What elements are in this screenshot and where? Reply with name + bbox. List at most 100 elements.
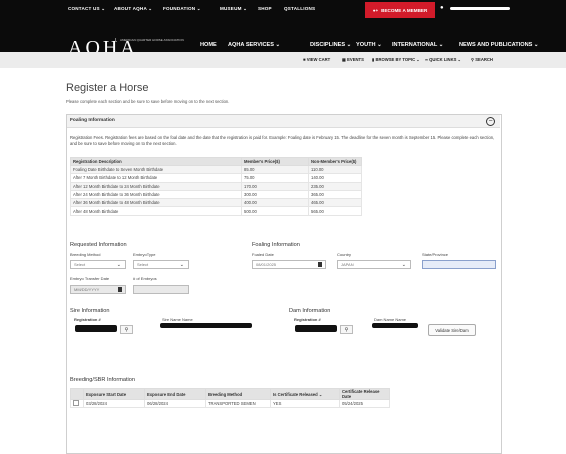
topnav-museum[interactable]: MUSEUM ⌄	[220, 6, 247, 12]
mainnav-youth[interactable]: YOUTH ⌄	[356, 42, 382, 48]
fee-cell: 140.00	[308, 173, 362, 183]
fee-table-header-row: Registration Description Member's Price(…	[70, 157, 362, 166]
bssr-col-method: Breeding Method	[205, 388, 271, 400]
quick-links-link[interactable]: ∞ QUICK LINKS ⌄	[425, 57, 461, 62]
state-province-label: State/Province	[422, 252, 449, 257]
row-checkbox[interactable]	[73, 400, 79, 406]
mainnav-home[interactable]: HOME	[200, 42, 217, 48]
fee-description: Registration Fees. Registration fees are…	[70, 135, 495, 146]
bssr-cell: 03/28/2024	[83, 399, 145, 408]
country-label: Country	[337, 252, 352, 257]
fee-cell: Foaling Date Birthdate to Seven Month Bi…	[70, 164, 242, 175]
search-icon: ⚲	[124, 326, 129, 333]
row-select-cell[interactable]	[70, 399, 84, 408]
country-value: JAPAN	[341, 262, 354, 267]
foaled-date-input[interactable]: 08/01/2025	[252, 260, 326, 269]
search-link[interactable]: ⚲ SEARCH	[471, 57, 493, 62]
fee-col-description: Registration Description	[70, 157, 242, 166]
events-link[interactable]: ▦ EVENTS	[342, 57, 364, 62]
collapse-icon[interactable]: −	[486, 117, 495, 126]
country-select[interactable]: JAPAN ⌄	[337, 260, 411, 269]
foaled-date-value: 08/01/2025	[256, 262, 277, 267]
fee-cell: 75.00	[241, 173, 309, 183]
state-province-input[interactable]	[422, 260, 496, 269]
fee-cell: 500.00	[241, 206, 309, 216]
mainnav-news-publications[interactable]: NEWS AND PUBLICATIONS ⌄	[459, 42, 539, 48]
fee-cell: 110.00	[308, 164, 362, 175]
bssr-cell: TRANSPORTED SEMEN	[205, 399, 271, 408]
panel-title: Foaling Information	[70, 118, 115, 123]
mainnav-international[interactable]: INTERNATIONAL ⌄	[392, 42, 443, 48]
dam-registration-label: Registration #	[294, 317, 321, 322]
bssr-select-col	[70, 388, 84, 400]
table-row: Foaling Date Birthdate to Seven Month Bi…	[70, 164, 362, 175]
redacted-sire-registration	[75, 325, 117, 332]
bssr-header-row: Exposure Start Date Exposure End Date Br…	[70, 388, 390, 400]
bssr-cell: YES	[270, 399, 340, 408]
breeding-method-value: Select	[74, 262, 86, 267]
mainnav-disciplines[interactable]: DISCIPLINES ⌄	[310, 42, 351, 48]
view-cart-link[interactable]: ■ VIEW CART	[303, 57, 330, 62]
fee-cell: After 36 Month Birthdate to 48 Month Bir…	[70, 198, 242, 208]
topnav-contact[interactable]: CONTACT US ⌄	[68, 6, 105, 12]
fee-cell: 300.00	[241, 189, 309, 200]
fee-cell: 565.00	[308, 206, 362, 216]
sire-search-button[interactable]: ⚲	[120, 325, 133, 334]
fee-cell: 400.00	[241, 198, 309, 208]
sire-registration-label: Registration #	[74, 317, 101, 322]
fee-cell: 170.00	[241, 181, 309, 191]
sire-info-title: Sire Information	[70, 308, 110, 314]
embryo-type-select[interactable]: Select ⌄	[133, 260, 189, 269]
bssr-col-end: Exposure End Date	[144, 388, 206, 400]
bssr-cell: 05/24/2025	[339, 399, 390, 408]
topnav-qstallions[interactable]: QSTALLIONS	[284, 6, 315, 11]
fee-cell: 235.00	[308, 181, 362, 191]
user-account-menu[interactable]: ●	[440, 5, 520, 14]
validate-sire-dam-button[interactable]: Validate Sire/Dam	[428, 324, 476, 336]
cart-icon: ■	[303, 57, 306, 62]
mainnav-aqha-services[interactable]: AQHA SERVICES ⌄	[228, 42, 280, 48]
redacted-sire-name	[160, 323, 252, 328]
browse-by-topic-link[interactable]: ▮ BROWSE BY TOPIC ⌄	[372, 57, 420, 62]
num-embryos-input[interactable]	[133, 285, 189, 294]
calendar-icon	[118, 287, 122, 292]
fee-cell: 465.00	[308, 198, 362, 208]
table-row[interactable]: 03/28/2024 06/28/2024 TRANSPORTED SEMEN …	[70, 399, 390, 408]
become-member-label: BECOME A MEMBER	[381, 7, 428, 13]
embryo-type-label: EmbryoType	[133, 252, 156, 257]
link-icon: ∞	[425, 57, 428, 62]
fee-table: Registration Description Member's Price(…	[70, 157, 362, 216]
search-icon: ⚲	[471, 57, 475, 62]
table-row: After 48 Month Birthdate 500.00 565.00	[70, 206, 362, 216]
bssr-table: Exposure Start Date Exposure End Date Br…	[70, 388, 390, 408]
table-row: After 24 Month Birthdate to 36 Month Bir…	[70, 189, 362, 200]
fee-cell: After 7 Month Birthdate to 12 Month Birt…	[70, 173, 242, 183]
view-cart-label: VIEW CART	[306, 57, 331, 62]
embryo-transfer-date-label: Embryo Transfer Date	[70, 276, 110, 281]
fee-col-nonmember: Non-Member's Price($)	[308, 157, 362, 166]
calendar-icon	[318, 262, 322, 267]
requested-info-title: Requested Information	[70, 242, 127, 248]
user-icon: ●	[440, 5, 444, 11]
embryo-transfer-date-placeholder: MM/DD/YYYY	[74, 287, 100, 292]
breeding-method-select[interactable]: Select ⌄	[70, 260, 126, 269]
become-member-button[interactable]: ●+ BECOME A MEMBER	[365, 2, 435, 18]
topnav-shop[interactable]: SHOP	[258, 6, 272, 11]
breeding-method-label: Breeding Method	[70, 252, 101, 257]
search-label: SEARCH	[475, 57, 493, 62]
table-row: After 36 Month Birthdate to 48 Month Bir…	[70, 198, 362, 208]
embryo-transfer-date-input[interactable]: MM/DD/YYYY	[70, 285, 126, 294]
topnav-foundation[interactable]: FOUNDATION ⌄	[163, 6, 201, 12]
fee-col-member: Member's Price($)	[241, 157, 309, 166]
bssr-col-released[interactable]: Is Certificate Released ⌄	[270, 388, 340, 400]
page-intro: Please complete each section and be sure…	[66, 99, 230, 104]
search-icon: ⚲	[344, 326, 349, 333]
dam-search-button[interactable]: ⚲	[340, 325, 353, 334]
embryo-type-value: Select	[137, 262, 149, 267]
topnav-about[interactable]: ABOUT AQHA ⌄	[114, 6, 152, 12]
bssr-col-start: Exposure Start Date	[83, 388, 145, 400]
table-row: After 12 Month Birthdate to 24 Month Bir…	[70, 181, 362, 191]
events-label: EVENTS	[347, 57, 364, 62]
bssr-col-release-date: Certificate Release Date	[339, 388, 390, 400]
logo-subtitle: AMERICAN QUARTER HORSE ASSOCIATION	[115, 38, 190, 42]
